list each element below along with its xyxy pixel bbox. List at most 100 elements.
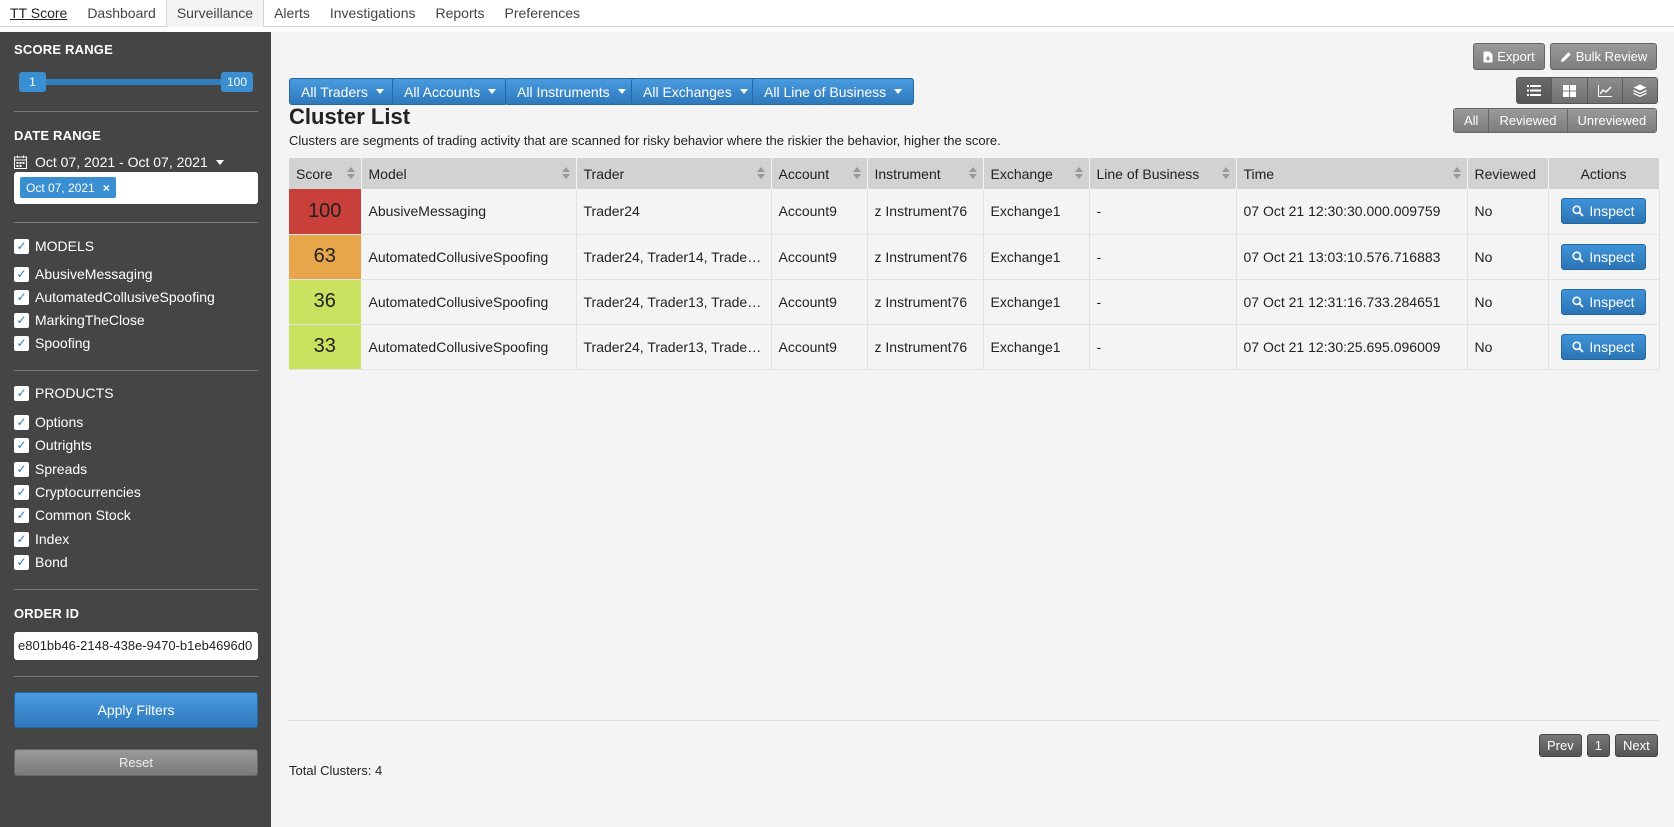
checkbox-checked-icon[interactable]: ✓ <box>14 531 29 547</box>
tab-dashboard[interactable]: Dashboard <box>77 0 166 26</box>
slider-min-handle[interactable]: 1 <box>19 72 46 92</box>
actions-cell: Inspect <box>1548 324 1660 370</box>
checkbox-checked-icon[interactable]: ✓ <box>14 238 29 254</box>
sort-icon <box>1074 167 1083 179</box>
model-cell: AutomatedCollusiveSpoofing <box>361 324 577 370</box>
column-header-score[interactable]: Score <box>289 158 362 189</box>
layers-view-icon[interactable] <box>1622 78 1657 103</box>
reset-button[interactable]: Reset <box>14 749 258 776</box>
checkbox-checked-icon[interactable]: ✓ <box>14 266 29 282</box>
checkbox-checked-icon[interactable]: ✓ <box>14 414 29 430</box>
model-checkbox-spoofing[interactable]: ✓ Spoofing <box>14 335 90 351</box>
accounts-filter-dropdown[interactable]: All Accounts <box>392 78 509 105</box>
product-checkbox-bond[interactable]: ✓ Bond <box>14 554 68 570</box>
checkbox-checked-icon[interactable]: ✓ <box>14 507 29 523</box>
model-checkbox-automatedcollusivespoofing[interactable]: ✓ AutomatedCollusiveSpoofing <box>14 289 215 305</box>
inspect-button[interactable]: Inspect <box>1561 198 1646 225</box>
search-icon <box>1572 250 1585 263</box>
time-cell: 07 Oct 21 12:31:16.733.284651 <box>1236 279 1468 325</box>
checkbox-checked-icon[interactable]: ✓ <box>14 385 29 401</box>
inspect-button[interactable]: Inspect <box>1561 243 1646 270</box>
products-heading: PRODUCTS <box>35 385 114 401</box>
table-row[interactable]: 63 AutomatedCollusiveSpoofing Trader24, … <box>289 234 1660 280</box>
cluster-table: Score Model Trader Account Instrument Ex… <box>289 158 1660 370</box>
export-button[interactable]: Export <box>1473 43 1545 70</box>
page-number-button[interactable]: 1 <box>1586 734 1610 757</box>
inspect-button[interactable]: Inspect <box>1561 333 1646 360</box>
line-of-business-filter-dropdown[interactable]: All Line of Business <box>752 78 915 105</box>
divider <box>14 370 258 371</box>
chart-view-icon[interactable] <box>1587 78 1623 103</box>
close-icon[interactable]: × <box>103 181 110 195</box>
checkbox-checked-icon[interactable]: ✓ <box>14 335 29 351</box>
order-id-input[interactable]: e801bb46-2148-438e-9470-b1eb4696d0 <box>14 632 258 660</box>
brand-link[interactable]: TT Score <box>0 0 77 26</box>
table-row[interactable]: 100 AbusiveMessaging Trader24 Account9 z… <box>289 189 1660 235</box>
sort-icon <box>1452 167 1461 179</box>
product-checkbox-outrights[interactable]: ✓ Outrights <box>14 437 92 453</box>
column-header-line-of-business[interactable]: Line of Business <box>1089 158 1237 189</box>
prev-page-button[interactable]: Prev <box>1539 734 1582 757</box>
traders-filter-dropdown[interactable]: All Traders <box>289 78 396 105</box>
grid-view-icon[interactable] <box>1552 78 1588 103</box>
exchanges-filter-dropdown[interactable]: All Exchanges <box>631 78 760 105</box>
divider <box>14 676 258 677</box>
next-page-button[interactable]: Next <box>1614 734 1658 757</box>
model-label: MarkingTheClose <box>35 312 145 328</box>
product-checkbox-options[interactable]: ✓ Options <box>14 414 83 430</box>
review-filter-reviewed[interactable]: Reviewed <box>1489 109 1568 132</box>
export-label: Export <box>1497 49 1535 64</box>
date-range-picker[interactable]: Oct 07, 2021 - Oct 07, 2021 <box>14 154 224 170</box>
products-toggle-all[interactable]: ✓ PRODUCTS <box>14 385 114 401</box>
checkbox-checked-icon[interactable]: ✓ <box>14 312 29 328</box>
slider-max-handle[interactable]: 100 <box>221 72 253 92</box>
product-checkbox-spreads[interactable]: ✓ Spreads <box>14 461 87 477</box>
reviewed-cell: No <box>1467 234 1549 280</box>
review-filter-unreviewed[interactable]: Unreviewed <box>1567 109 1657 132</box>
column-header-instrument[interactable]: Instrument <box>867 158 984 189</box>
apply-filters-button[interactable]: Apply Filters <box>14 692 258 728</box>
product-label: Outrights <box>35 437 92 453</box>
review-filter-group: All Reviewed Unreviewed <box>1453 108 1658 133</box>
date-chip: Oct 07, 2021 × <box>20 177 116 198</box>
tab-alerts[interactable]: Alerts <box>264 0 320 26</box>
models-toggle-all[interactable]: ✓ MODELS <box>14 238 94 254</box>
model-checkbox-abusivemessaging[interactable]: ✓ AbusiveMessaging <box>14 266 153 282</box>
checkbox-checked-icon[interactable]: ✓ <box>14 437 29 453</box>
bulk-review-button[interactable]: Bulk Review <box>1550 43 1657 70</box>
page-title: Cluster List <box>289 104 411 129</box>
column-header-model[interactable]: Model <box>361 158 577 189</box>
inspect-button[interactable]: Inspect <box>1561 288 1646 315</box>
sort-icon <box>756 167 765 179</box>
inspect-label: Inspect <box>1589 293 1635 310</box>
checkbox-checked-icon[interactable]: ✓ <box>14 484 29 500</box>
sort-icon <box>968 167 977 179</box>
column-header-account[interactable]: Account <box>771 158 868 189</box>
tab-reports[interactable]: Reports <box>425 0 494 26</box>
column-header-exchange[interactable]: Exchange <box>983 158 1090 189</box>
review-filter-all[interactable]: All <box>1454 109 1490 132</box>
column-header-trader[interactable]: Trader <box>576 158 772 189</box>
model-checkbox-markingtheclose[interactable]: ✓ MarkingTheClose <box>14 312 145 328</box>
checkbox-checked-icon[interactable]: ✓ <box>14 289 29 305</box>
column-header-time[interactable]: Time <box>1236 158 1468 189</box>
tab-investigations[interactable]: Investigations <box>320 0 426 26</box>
product-label: Options <box>35 414 84 430</box>
product-checkbox-common-stock[interactable]: ✓ Common Stock <box>14 507 131 523</box>
table-row[interactable]: 36 AutomatedCollusiveSpoofing Trader24, … <box>289 279 1660 325</box>
checkbox-checked-icon[interactable]: ✓ <box>14 461 29 477</box>
table-row[interactable]: 33 AutomatedCollusiveSpoofing Trader24, … <box>289 324 1660 370</box>
score-range-slider[interactable]: 1 100 <box>19 72 253 92</box>
model-label: AutomatedCollusiveSpoofing <box>35 289 215 305</box>
date-chip-box[interactable]: Oct 07, 2021 × <box>14 172 258 204</box>
list-view-icon[interactable] <box>1517 78 1553 103</box>
tab-preferences[interactable]: Preferences <box>495 0 590 26</box>
caret-down-icon <box>375 89 384 94</box>
checkbox-checked-icon[interactable]: ✓ <box>14 554 29 570</box>
instrument-cell: z Instrument76 <box>867 279 984 325</box>
instruments-filter-dropdown[interactable]: All Instruments <box>505 78 638 105</box>
product-checkbox-index[interactable]: ✓ Index <box>14 531 69 547</box>
tab-surveillance[interactable]: Surveillance <box>165 0 265 27</box>
product-checkbox-cryptocurrencies[interactable]: ✓ Cryptocurrencies <box>14 484 141 500</box>
product-label: Spreads <box>35 461 88 477</box>
